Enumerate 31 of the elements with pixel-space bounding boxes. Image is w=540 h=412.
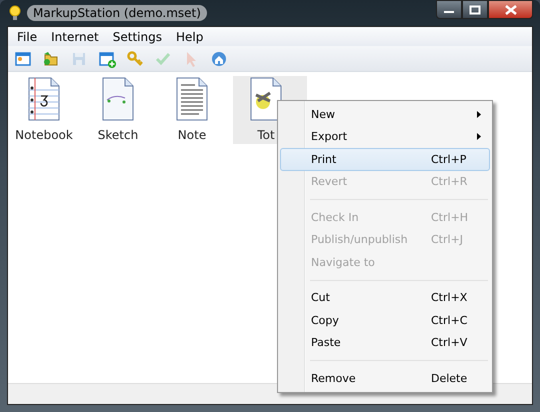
maximize-icon	[469, 4, 481, 14]
menu-item[interactable]: File	[10, 30, 44, 44]
document-item[interactable]: Notebook	[11, 76, 85, 144]
shortcut-label: Ctrl+C	[431, 314, 468, 327]
context-menu-item[interactable]: Cut Ctrl+X	[280, 286, 490, 309]
document-item[interactable]: Note	[159, 76, 233, 144]
maximize-button[interactable]	[462, 0, 488, 19]
shortcut-label: Ctrl+H	[431, 210, 470, 224]
lightbulb-icon	[9, 5, 21, 21]
menu-item[interactable]: Help	[168, 30, 210, 44]
minimize-button[interactable]	[436, 0, 462, 19]
shortcut-label: Ctrl+V	[431, 336, 468, 350]
shortcut-label: Ctrl+P	[431, 152, 468, 166]
shortcut-label: Ctrl+J	[431, 233, 464, 246]
document-label: Tot	[257, 128, 275, 142]
document-item[interactable]: Sketch	[85, 76, 159, 144]
context-menu-item[interactable]: Paste Ctrl+V	[280, 332, 490, 354]
shortcut-label: Ctrl+R	[431, 175, 468, 188]
menu-item[interactable]: Settings	[106, 30, 169, 44]
context-menu-item[interactable]: Copy Ctrl+C	[280, 309, 490, 332]
menu-item[interactable]: Internet	[44, 30, 106, 44]
context-menu-item[interactable]: Remove Delete	[280, 367, 490, 390]
close-icon	[504, 4, 518, 14]
document-label: Note	[178, 128, 206, 142]
document-label: Notebook	[15, 128, 73, 142]
shortcut-label: Delete	[431, 372, 468, 385]
window-title: MarkupStation (demo.mset)	[27, 5, 207, 21]
context-menu-item[interactable]: Print Ctrl+P	[280, 148, 490, 170]
document-label: Sketch	[98, 128, 138, 142]
shortcut-label: Ctrl+X	[431, 291, 468, 304]
close-button[interactable]	[488, 0, 533, 19]
